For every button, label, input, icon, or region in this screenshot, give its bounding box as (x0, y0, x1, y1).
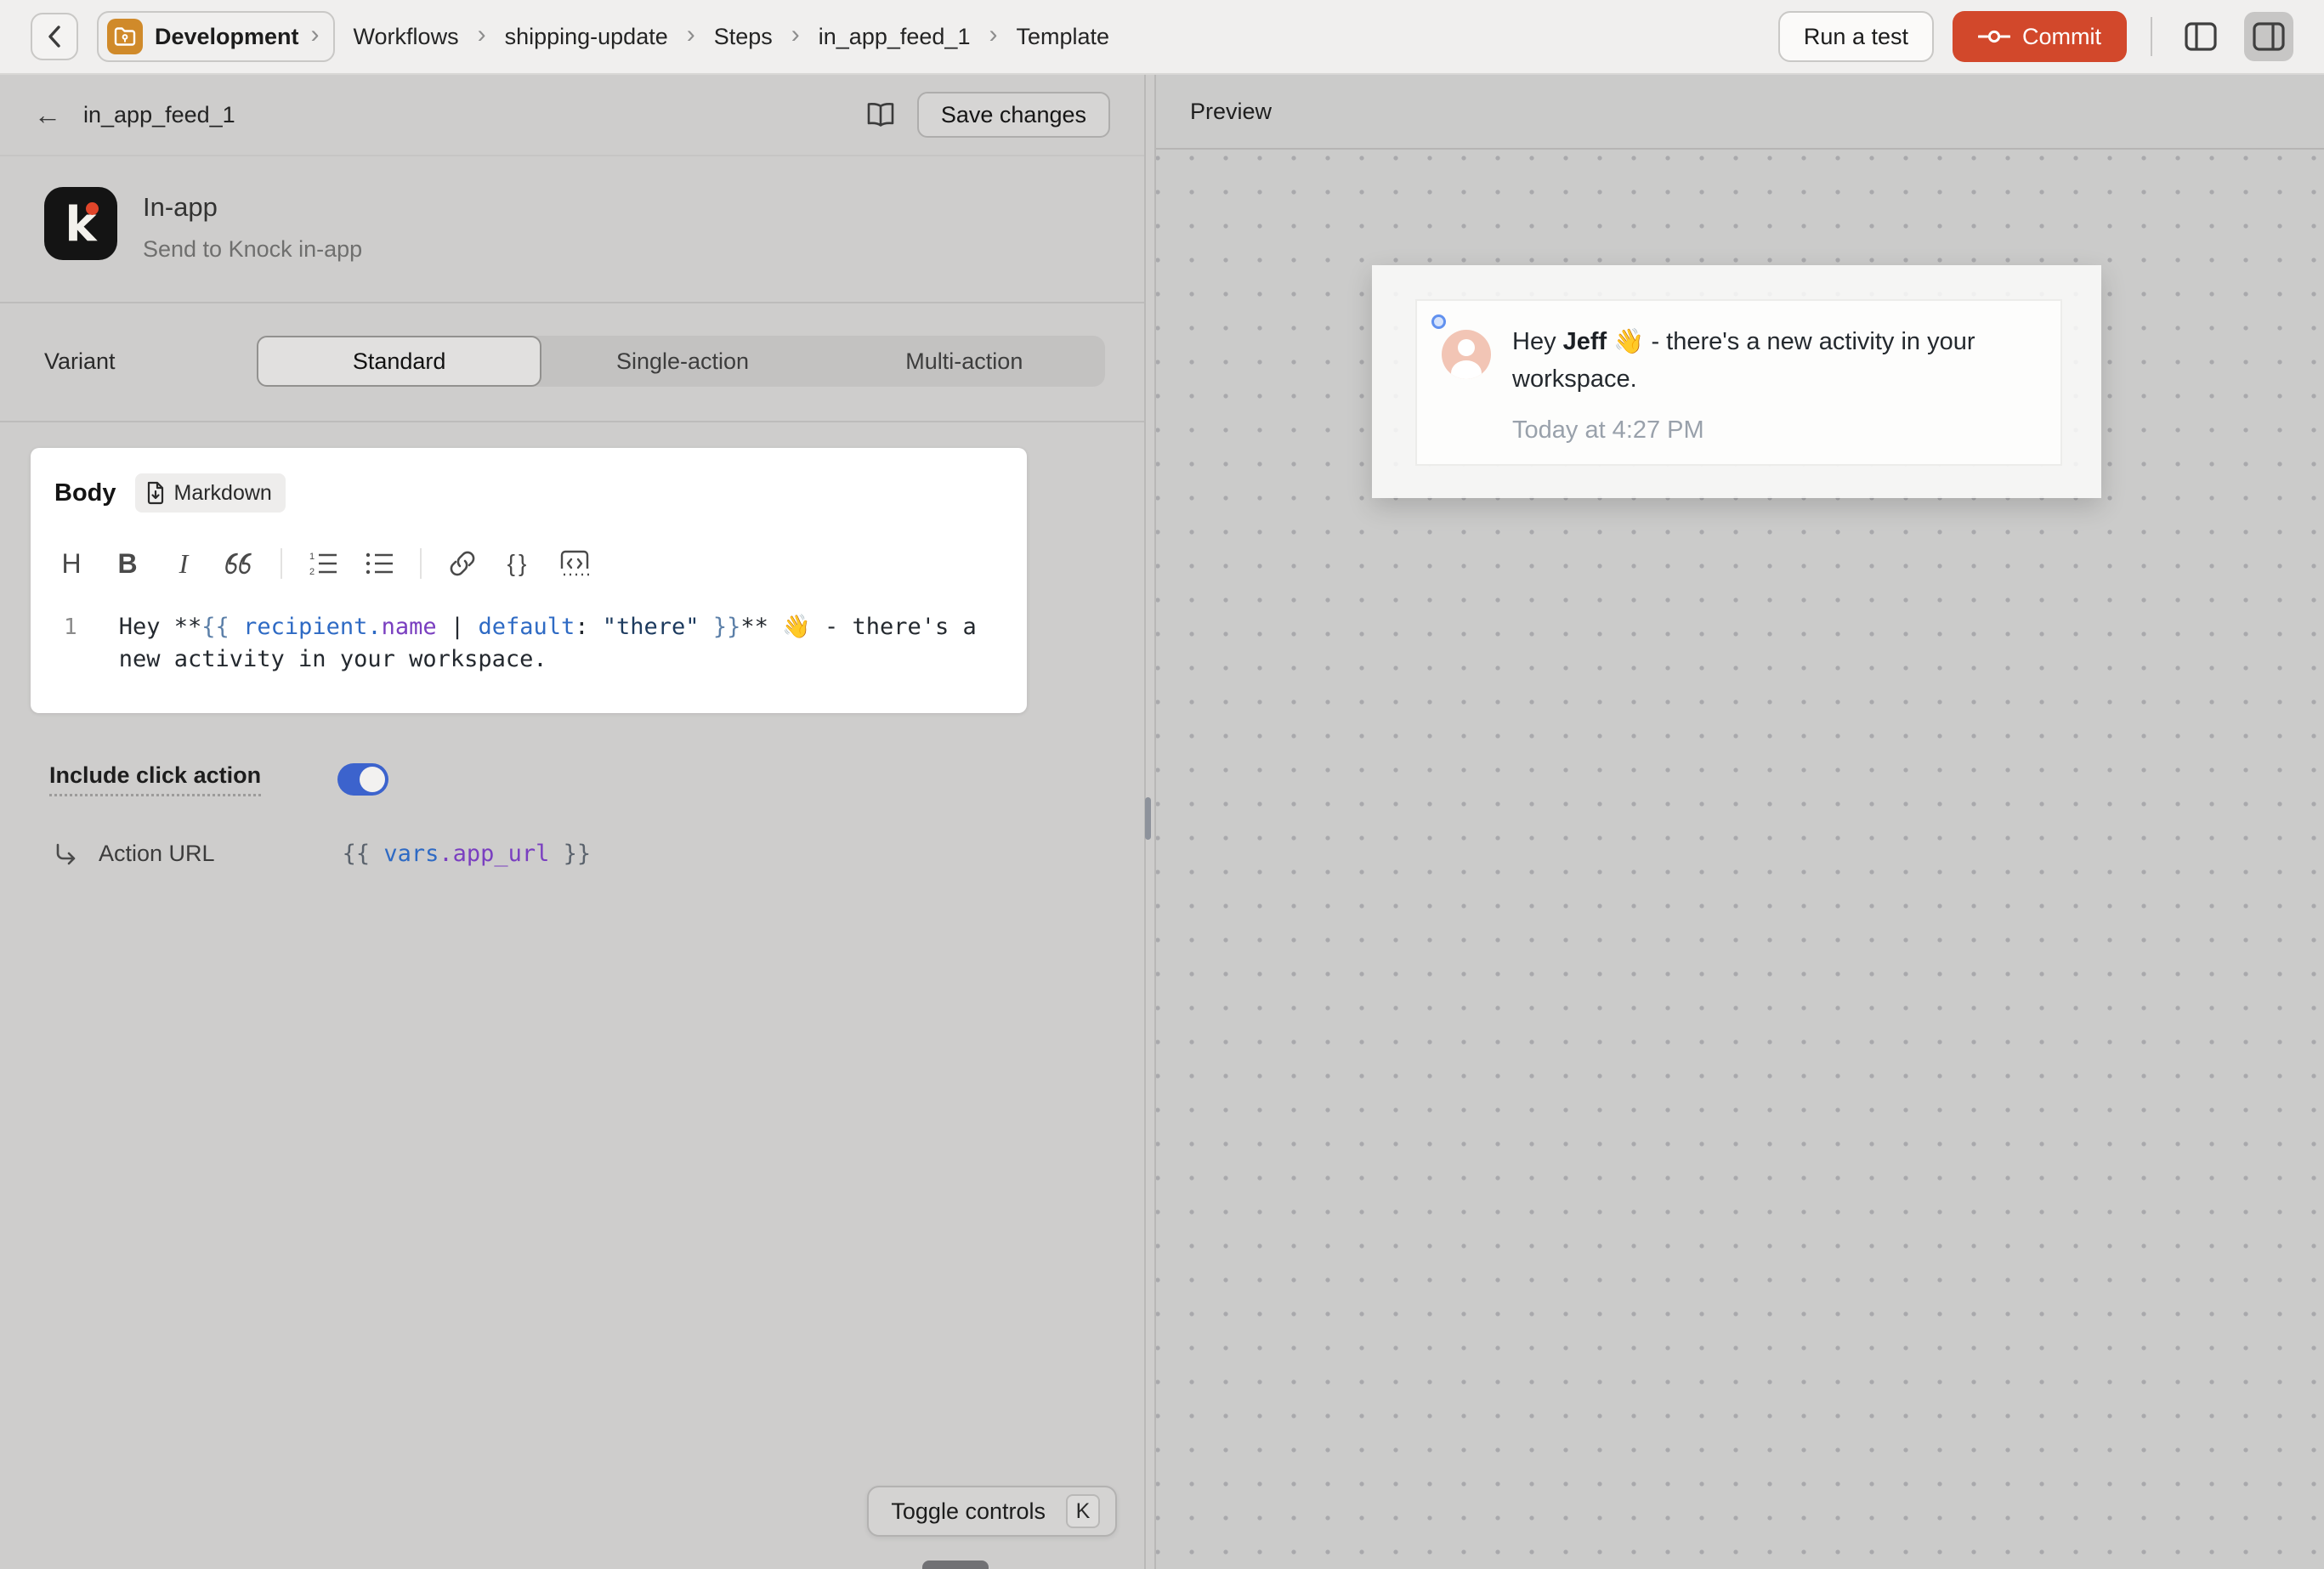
toggle-controls-label: Toggle controls (891, 1498, 1046, 1525)
bold-button[interactable]: B (104, 541, 151, 586)
chevron-sep-icon: › (311, 20, 320, 49)
environment-folder-icon (107, 19, 143, 54)
include-click-action-toggle[interactable] (337, 763, 388, 796)
notification-message: Hey Jeff 👋 - there's a new activity in y… (1512, 323, 2031, 398)
variant-row: Variant Standard Single-action Multi-act… (0, 303, 1144, 422)
channel-description: Send to Knock in-app (143, 236, 362, 263)
file-down-icon (145, 481, 166, 505)
link-button[interactable] (439, 541, 486, 586)
corner-down-right-icon (54, 843, 78, 865)
link-icon (449, 550, 476, 577)
preview-header: Preview (1156, 75, 2324, 150)
bullet-list-button[interactable] (355, 541, 403, 586)
chevron-sep-icon: › (989, 20, 997, 49)
body-code-editor[interactable]: 1 Hey **{{ recipient.name | default: "th… (31, 611, 1027, 676)
back-button[interactable] (31, 13, 78, 60)
chevron-sep-icon: › (478, 20, 486, 49)
breadcrumb-workflow-name[interactable]: shipping-update (505, 24, 668, 50)
body-editor-card: Body Markdown H B I (31, 448, 1027, 713)
variant-option-multi-action[interactable]: Multi-action (824, 336, 1105, 387)
svg-text:2: 2 (309, 567, 315, 576)
toggle-controls-button[interactable]: Toggle controls K (867, 1486, 1117, 1537)
body-label: Body (54, 479, 116, 507)
format-badge-label: Markdown (174, 481, 272, 506)
svg-text:1: 1 (309, 552, 315, 562)
avatar-body (1451, 360, 1482, 379)
knock-logo: k (44, 187, 117, 260)
preview-title: Preview (1190, 99, 1272, 125)
avatar (1442, 330, 1491, 379)
variable-button[interactable]: {} (495, 541, 542, 586)
channel-name: In-app (143, 192, 362, 223)
toggle-knob (360, 767, 385, 792)
heading-button[interactable]: H (48, 541, 95, 586)
preview-canvas: Hey Jeff 👋 - there's a new activity in y… (1156, 151, 2324, 1569)
commit-label: Commit (2022, 24, 2101, 50)
preview-panel: Preview Hey Jeff 👋 - there's a new activ… (1154, 75, 2324, 1569)
template-editor-panel: ← in_app_feed_1 Save changes k In-app Se… (0, 75, 1146, 1569)
save-changes-button[interactable]: Save changes (917, 92, 1110, 138)
toggle-left-panel-button[interactable] (2176, 12, 2225, 61)
top-bar: Development › Workflows › shipping-updat… (0, 0, 2324, 75)
panel-resize-handle[interactable] (1145, 797, 1151, 840)
panel-right-icon (2253, 22, 2285, 51)
quote-icon (225, 552, 254, 575)
variant-option-standard[interactable]: Standard (257, 336, 541, 387)
notification-timestamp: Today at 4:27 PM (1512, 416, 1704, 445)
editor-header: ← in_app_feed_1 Save changes (0, 75, 1144, 156)
avatar-head (1458, 339, 1475, 356)
code-block-icon (560, 550, 589, 577)
body-code-content[interactable]: Hey **{{ recipient.name | default: "ther… (119, 611, 1027, 676)
notification-card: Hey Jeff 👋 - there's a new activity in y… (1415, 299, 2062, 466)
action-url-value[interactable]: {{ vars.app_url }} (343, 841, 592, 867)
include-click-action-row: Include click action (49, 762, 1144, 796)
bottom-drag-pill (922, 1561, 989, 1569)
feed-preview-container: Hey Jeff 👋 - there's a new activity in y… (1372, 265, 2101, 498)
italic-button[interactable]: I (160, 541, 207, 586)
docs-button[interactable] (866, 102, 895, 127)
ordered-list-icon: 1 2 (309, 551, 337, 576)
back-arrow-icon[interactable]: ← (34, 99, 61, 131)
ordered-list-button[interactable]: 1 2 (299, 541, 347, 586)
variant-segmented-control: Standard Single-action Multi-action (257, 336, 1105, 387)
run-test-button[interactable]: Run a test (1778, 11, 1934, 62)
git-commit-icon (1978, 27, 2010, 46)
breadcrumb-step-name[interactable]: in_app_feed_1 (819, 24, 971, 50)
book-icon (866, 102, 895, 127)
environment-name: Development (155, 24, 299, 50)
format-badge: Markdown (135, 473, 286, 513)
editor-toolbar: H B I 1 2 (31, 541, 1027, 586)
breadcrumb-workflows[interactable]: Workflows (354, 24, 459, 50)
toggle-right-panel-button[interactable] (2244, 12, 2293, 61)
channel-info: k In-app Send to Knock in-app (0, 156, 1144, 303)
unread-indicator (1431, 314, 1446, 329)
variant-option-single-action[interactable]: Single-action (541, 336, 823, 387)
toolbar-divider (420, 548, 422, 579)
blockquote-button[interactable] (216, 541, 264, 586)
chevron-sep-icon: › (687, 20, 695, 49)
code-block-button[interactable] (551, 541, 598, 586)
line-number: 1 (53, 611, 88, 676)
panel-left-icon (2185, 22, 2217, 51)
include-click-action-label: Include click action (49, 762, 261, 796)
knock-logo-dot (86, 202, 99, 215)
keyboard-shortcut-badge: K (1066, 1494, 1100, 1528)
breadcrumb-steps[interactable]: Steps (714, 24, 773, 50)
environment-switcher[interactable]: Development › (97, 11, 335, 62)
action-url-row: Action URL {{ vars.app_url }} (54, 841, 1144, 867)
bullet-list-icon (365, 551, 394, 576)
step-name: in_app_feed_1 (83, 102, 235, 128)
commit-button[interactable]: Commit (1953, 11, 2127, 62)
breadcrumb-template[interactable]: Template (1016, 24, 1109, 50)
variant-label: Variant (44, 348, 257, 375)
chevron-left-icon (45, 24, 64, 49)
topbar-divider (2151, 17, 2152, 56)
toolbar-divider (281, 548, 282, 579)
chevron-sep-icon: › (791, 20, 800, 49)
action-url-label: Action URL (99, 841, 215, 867)
